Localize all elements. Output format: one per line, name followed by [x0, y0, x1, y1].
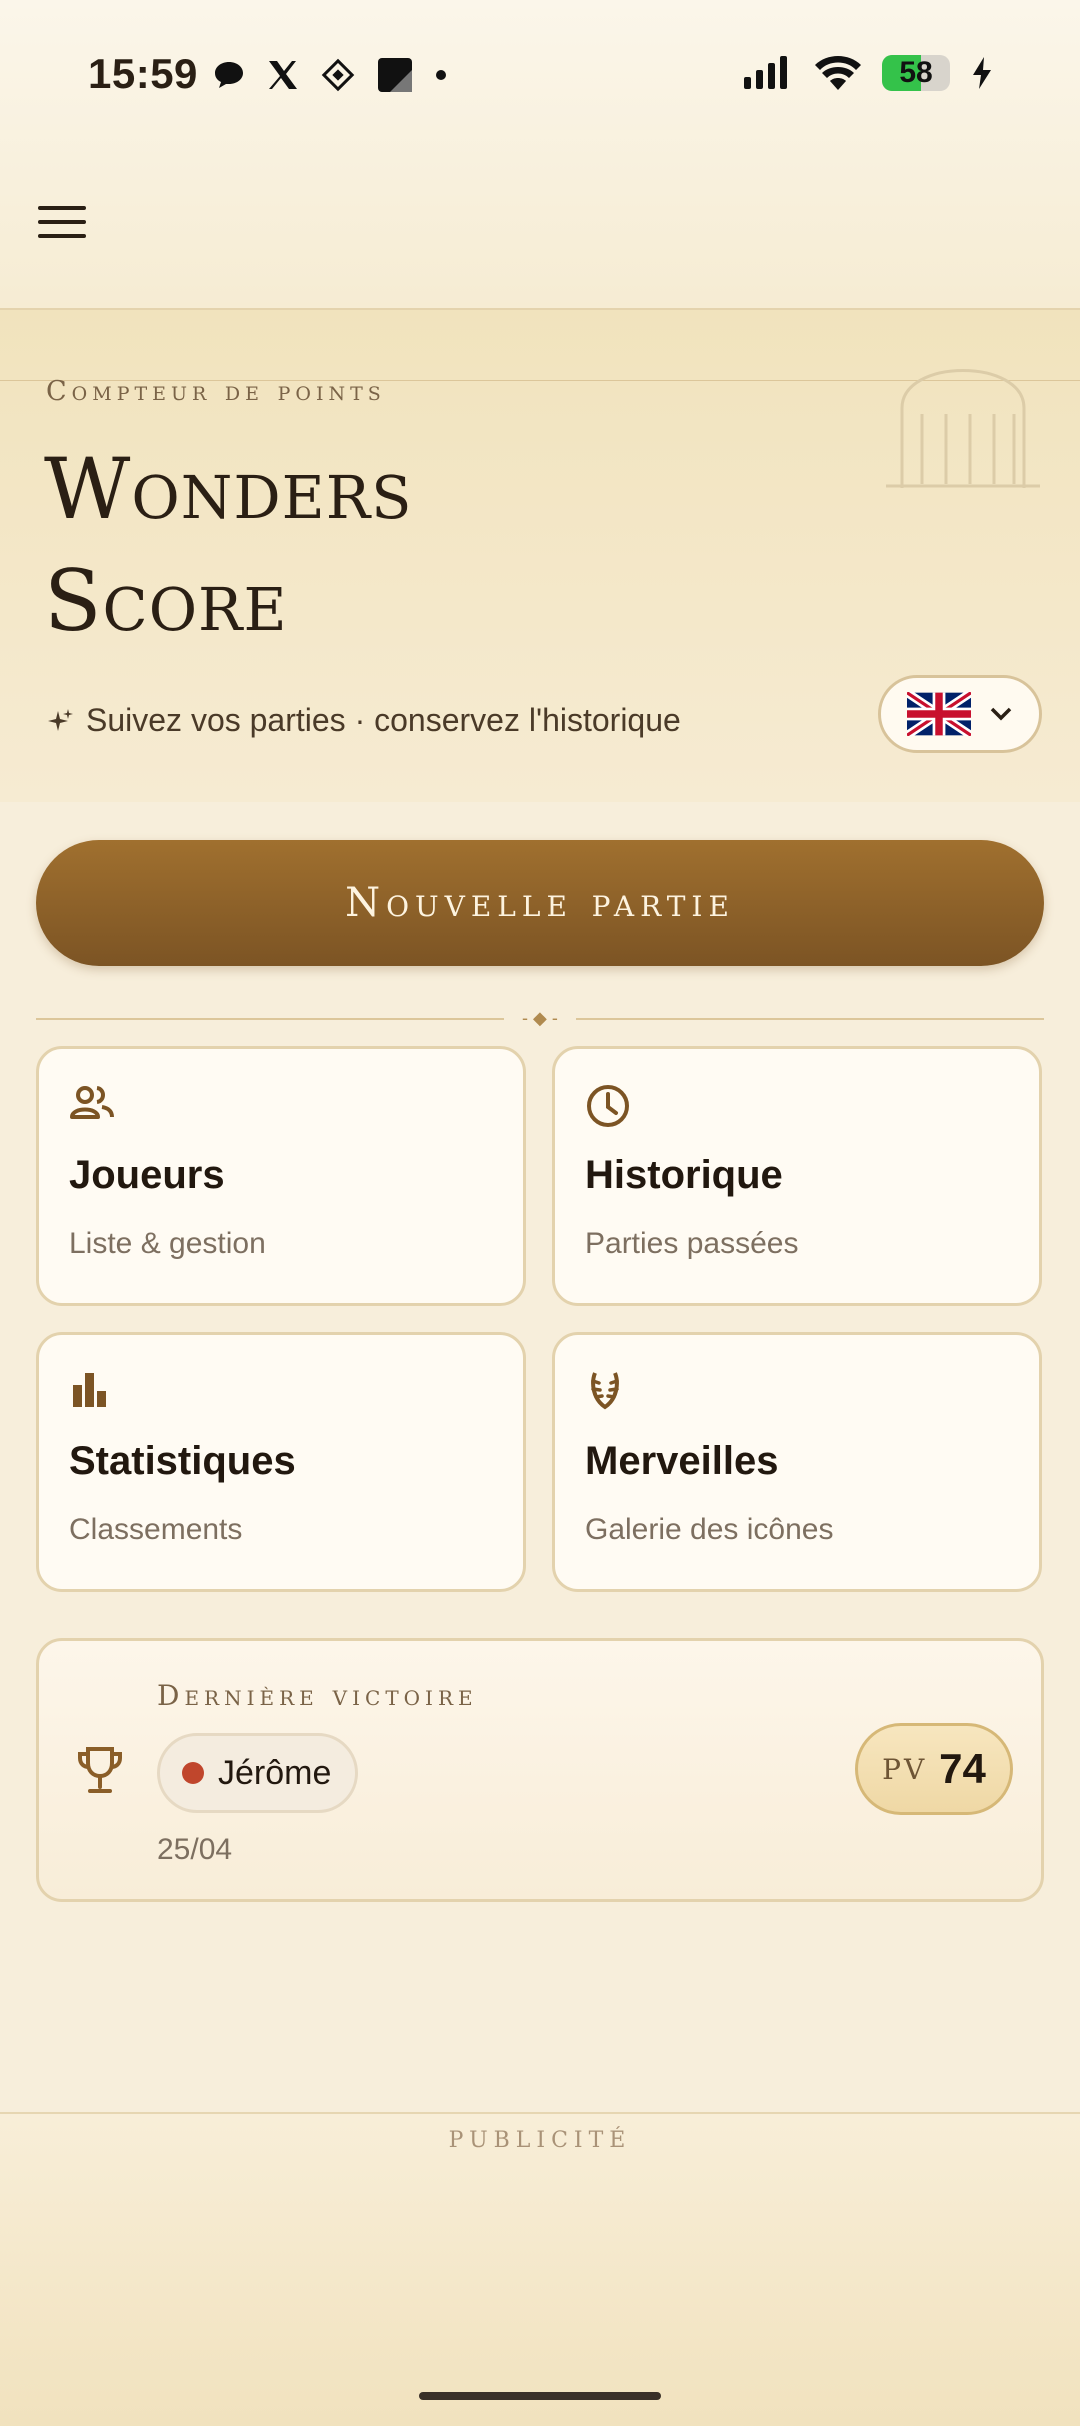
- hero-tagline: Suivez vos parties · conservez l'histori…: [46, 702, 681, 739]
- home-indicator[interactable]: [419, 2392, 661, 2400]
- winner-name: Jérôme: [218, 1753, 332, 1792]
- clock-icon: [587, 1085, 629, 1127]
- ornament-divider: - ◆ -: [36, 1008, 1044, 1028]
- card-title: Merveilles: [585, 1439, 779, 1483]
- battery-level: 58: [899, 56, 933, 89]
- status-time: 15:59: [88, 50, 198, 97]
- points-badge: PV 74: [855, 1723, 1013, 1815]
- hamburger-menu-icon[interactable]: [38, 206, 86, 246]
- card-subtitle: Galerie des icônes: [585, 1513, 834, 1546]
- card-wonders[interactable]: Merveilles Galerie des icônes: [552, 1332, 1042, 1592]
- uk-flag-icon: [907, 692, 971, 736]
- points-value: 74: [939, 1745, 986, 1792]
- card-statistics[interactable]: Statistiques Classements: [36, 1332, 526, 1592]
- chat-bubble-icon: [215, 62, 243, 88]
- dot-icon: [436, 70, 446, 80]
- hero-kicker: Compteur de points: [46, 376, 386, 407]
- temple-icon: [886, 369, 1040, 488]
- ad-label: PUBLICITÉ: [448, 2128, 632, 2153]
- card-title: Joueurs: [69, 1153, 225, 1197]
- bar-chart-icon: [73, 1373, 106, 1407]
- sparkle-icon: [48, 708, 73, 731]
- card-title: Historique: [585, 1153, 783, 1197]
- chevron-down-icon: [990, 707, 1012, 721]
- page-title-line2: Score: [44, 552, 288, 650]
- app-diamond-icon: [321, 58, 355, 92]
- card-title: Statistiques: [69, 1439, 296, 1483]
- last-victory-card[interactable]: Dernière victoire Jérôme 25/04 PV 74: [36, 1638, 1044, 1902]
- points-label: PV: [882, 1752, 928, 1786]
- last-victory-label: Dernière victoire: [157, 1679, 478, 1712]
- card-subtitle: Classements: [69, 1513, 243, 1546]
- x-logo-icon: [269, 61, 297, 89]
- page-title-line1: Wonders: [44, 440, 413, 538]
- wifi-icon: [815, 56, 861, 90]
- victory-date: 25/04: [157, 1833, 233, 1866]
- charging-icon: [973, 57, 991, 89]
- square-app-icon: [378, 58, 412, 92]
- language-selector[interactable]: [878, 675, 1042, 753]
- top-bar: 15:59 58: [0, 0, 1080, 310]
- ad-banner: PUBLICITÉ: [0, 2112, 1080, 2426]
- notification-icons: [212, 56, 448, 94]
- trophy-icon: [78, 1747, 122, 1793]
- tagline-text: Suivez vos parties · conservez l'histori…: [86, 702, 681, 738]
- card-subtitle: Liste & gestion: [69, 1227, 266, 1260]
- player-color-dot: [182, 1762, 204, 1784]
- hero-section: Compteur de points Wonders Score Suivez …: [0, 310, 1080, 802]
- system-icons: 58: [742, 54, 994, 92]
- card-players[interactable]: Joueurs Liste & gestion: [36, 1046, 526, 1306]
- card-subtitle: Parties passées: [585, 1227, 799, 1260]
- people-icon: [70, 1086, 114, 1119]
- card-history[interactable]: Historique Parties passées: [552, 1046, 1042, 1306]
- new-game-button[interactable]: Nouvelle partie: [36, 840, 1044, 966]
- battery-icon: 58: [882, 55, 950, 91]
- signal-icon: [744, 56, 787, 89]
- laurel-icon: [591, 1372, 619, 1410]
- winner-chip: Jérôme: [157, 1733, 359, 1813]
